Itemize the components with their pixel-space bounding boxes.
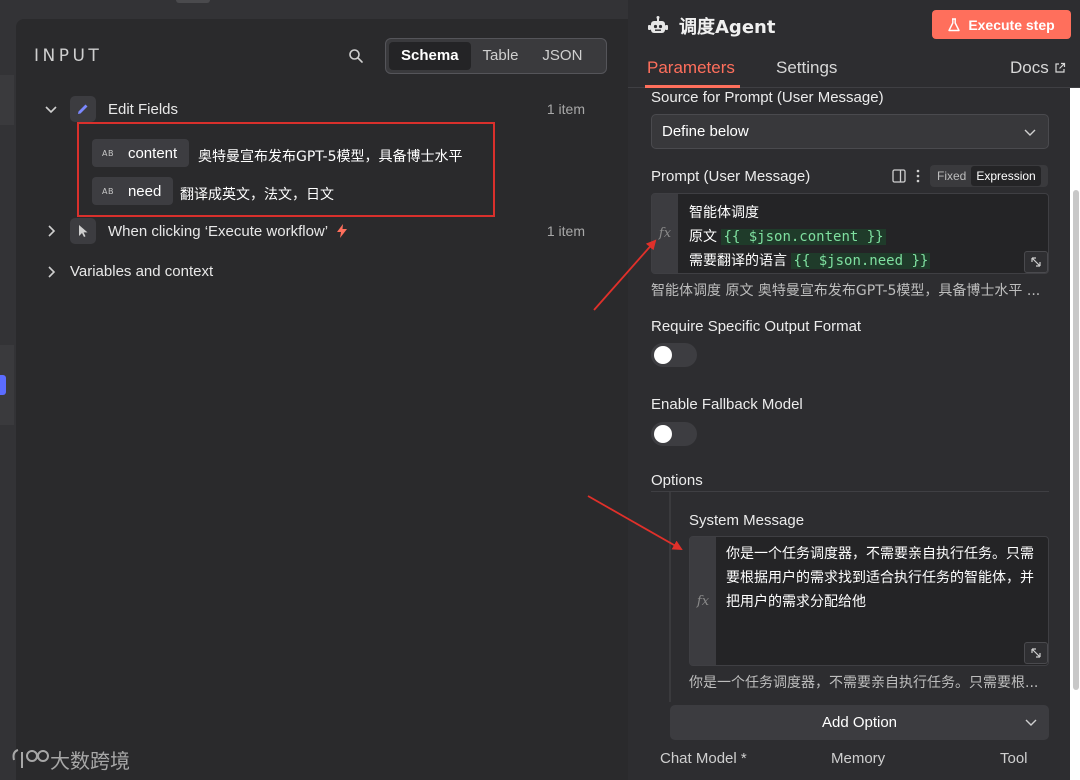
more-options-icon[interactable]	[915, 169, 921, 183]
item-count: 1 item	[546, 223, 585, 239]
scrollbar-thumb[interactable]	[1073, 190, 1079, 690]
lightning-icon	[337, 224, 348, 238]
node-title: 调度Agent	[647, 13, 775, 39]
docs-label: Docs	[1010, 58, 1049, 77]
fx-icon: fx	[690, 537, 716, 665]
search-icon[interactable]	[348, 48, 364, 64]
expand-icon	[1031, 257, 1041, 267]
tree-node-edit-fields[interactable]: Edit Fields 1 item	[44, 96, 607, 122]
external-link-icon	[1055, 62, 1065, 73]
tree-node-label: Variables and context	[70, 263, 214, 280]
watermark-icon	[12, 748, 49, 768]
item-count: 1 item	[546, 101, 585, 117]
node-title-text: 调度Agent	[679, 17, 776, 38]
watermark-logo: 大数跨境	[10, 745, 130, 774]
tab-json[interactable]: JSON	[530, 42, 594, 70]
fallback-model-switch[interactable]	[651, 422, 697, 446]
field-name: need	[127, 182, 162, 200]
tab-parameters[interactable]: Parameters	[647, 58, 735, 78]
flask-icon	[948, 17, 961, 31]
connector-memory[interactable]: Memory	[831, 750, 885, 767]
top-handle	[176, 0, 210, 3]
string-type-badge: AB	[102, 148, 114, 158]
prompt-text: 需要翻译的语言	[689, 253, 792, 269]
system-message-preview: 你是一个任务调度器，不需要亲自执行任务。只需要根...	[689, 675, 1039, 691]
fallback-model-label: Enable Fallback Model	[651, 396, 803, 413]
switch-knob	[654, 346, 672, 364]
execute-step-label: Execute step	[968, 16, 1055, 33]
select-value: Define below	[662, 123, 749, 140]
tree-node-variables[interactable]: Variables and context	[44, 263, 213, 280]
mode-expression[interactable]: Expression	[971, 166, 1041, 186]
execute-step-button[interactable]: Execute step	[932, 10, 1071, 39]
field-chip-content[interactable]: AB content	[92, 139, 190, 167]
system-message-label: System Message	[689, 512, 805, 529]
fixed-expression-toggle: Fixed Expression	[930, 165, 1048, 187]
active-tab-indicator	[645, 85, 740, 88]
prompt-expression-editor[interactable]: fx 智能体调度 原文 {{ $json.content }} 需要翻译的语言 …	[651, 193, 1049, 274]
add-option-button[interactable]: Add Option	[670, 705, 1049, 740]
prompt-line: 需要翻译的语言 {{ $json.need }}	[689, 250, 931, 270]
tab-settings[interactable]: Settings	[776, 58, 837, 78]
tree-node-manual-trigger[interactable]: When clicking ‘Execute workflow’ 1 item	[44, 218, 607, 244]
prompt-label: Prompt (User Message)	[651, 168, 811, 185]
prompt-line: 智能体调度	[689, 205, 759, 221]
docs-link[interactable]: Docs	[1010, 58, 1066, 78]
expand-icon	[1031, 648, 1041, 658]
require-format-label: Require Specific Output Format	[651, 318, 862, 335]
panel-icon[interactable]	[892, 169, 906, 183]
mode-fixed[interactable]: Fixed	[932, 169, 971, 183]
prompt-preview: 智能体调度 原文 奥特曼宣布发布GPT-5模型，具备博士水平 ...	[651, 283, 1041, 299]
fx-icon: fx	[652, 194, 678, 273]
connector-chat-model[interactable]: Chat Model *	[660, 750, 747, 767]
source-prompt-select[interactable]: Define below	[651, 114, 1049, 149]
source-prompt-label: Source for Prompt (User Message)	[651, 89, 884, 106]
chevron-down-icon[interactable]	[44, 102, 58, 116]
field-value: 翻译成英文，法文，日文	[180, 187, 334, 203]
field-value: 奥特曼宣布发布GPT-5模型，具备博士水平	[198, 149, 463, 165]
field-name: content	[127, 144, 178, 162]
options-heading: Options	[651, 472, 703, 489]
options-indent-line	[669, 492, 671, 702]
chevron-down-icon	[1025, 719, 1037, 726]
panel-drag-handle[interactable]	[0, 375, 6, 395]
field-chip-need[interactable]: AB need	[92, 177, 174, 205]
input-panel-title: INPUT	[34, 46, 103, 66]
watermark-text: 大数跨境	[50, 749, 130, 773]
pencil-icon	[70, 96, 96, 122]
system-message-text: 你是一个任务调度器，不需要亲自执行任务。只需要根据用户的需求找到适合执行任务的智…	[726, 546, 1034, 610]
cursor-icon	[70, 218, 96, 244]
prompt-text: 原文	[689, 229, 722, 245]
expand-editor-button[interactable]	[1024, 251, 1048, 273]
divider	[651, 491, 1049, 492]
app-window: INPUT Schema Table JSON Edit Fields 1 it…	[0, 0, 1080, 780]
chevron-down-icon	[1024, 129, 1036, 136]
robot-icon	[648, 16, 668, 33]
require-format-switch[interactable]	[651, 343, 697, 367]
view-mode-toggle: Schema Table JSON	[385, 38, 607, 74]
string-type-badge: AB	[102, 186, 114, 196]
chevron-right-icon[interactable]	[44, 224, 58, 238]
expand-editor-button[interactable]	[1024, 642, 1048, 664]
chevron-right-icon[interactable]	[44, 265, 58, 279]
tab-table[interactable]: Table	[471, 42, 531, 70]
add-option-label: Add Option	[821, 714, 898, 731]
expression-token: {{ $json.need }}	[791, 253, 931, 269]
left-edge-strip	[0, 75, 14, 125]
prompt-line: 原文 {{ $json.content }}	[689, 226, 886, 246]
tab-schema[interactable]: Schema	[389, 42, 471, 70]
expression-token: {{ $json.content }}	[721, 229, 886, 245]
tree-node-label: When clicking ‘Execute workflow’	[108, 222, 329, 240]
switch-knob	[654, 425, 672, 443]
connector-tool[interactable]: Tool	[1000, 750, 1028, 767]
tree-node-label: Edit Fields	[108, 100, 179, 118]
